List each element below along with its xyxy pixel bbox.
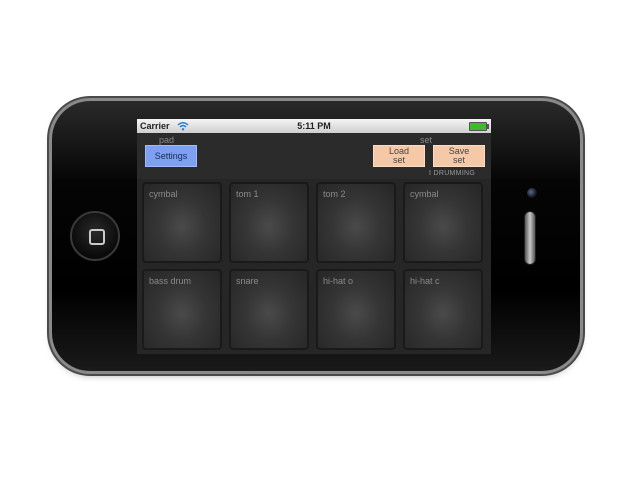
drum-pad[interactable]: hi-hat c: [403, 269, 483, 350]
home-button[interactable]: [70, 211, 120, 261]
status-time: 5:11 PM: [297, 121, 331, 131]
pad-grid: cymbal tom 1 tom 2 cymbal bass drum snar…: [142, 182, 486, 350]
set-caption: set: [420, 135, 433, 145]
pad-label: bass drum: [149, 276, 192, 286]
drum-pad[interactable]: tom 2: [316, 182, 396, 263]
drum-pad[interactable]: cymbal: [403, 182, 483, 263]
load-set-label: Load set: [388, 146, 410, 165]
drum-pad[interactable]: snare: [229, 269, 309, 350]
front-camera-icon: [527, 188, 537, 198]
battery-icon: [469, 122, 489, 131]
pad-label: hi-hat o: [323, 276, 354, 286]
current-set-name: I DRUMMING: [429, 170, 476, 177]
home-square-icon: [89, 229, 105, 245]
load-set-button[interactable]: Load set: [373, 145, 425, 167]
drum-pad[interactable]: tom 1: [229, 182, 309, 263]
pad-label: cymbal: [410, 189, 439, 199]
drum-pad[interactable]: hi-hat o: [316, 269, 396, 350]
settings-button[interactable]: Settings: [145, 145, 197, 167]
pad-label: cymbal: [149, 189, 178, 199]
pad-label: tom 1: [236, 189, 259, 199]
save-set-button[interactable]: Save set: [433, 145, 485, 167]
save-set-label: Save set: [448, 146, 470, 165]
app-screen: Carrier 5:11 PM pad set Settings Load se…: [137, 119, 491, 354]
pad-caption: pad: [159, 135, 175, 145]
toolbar: pad set Settings Load set Save set I DRU…: [137, 133, 491, 179]
status-bar: Carrier 5:11 PM: [137, 119, 491, 133]
pad-label: hi-hat c: [410, 276, 440, 286]
pad-label: tom 2: [323, 189, 346, 199]
pad-label: snare: [236, 276, 259, 286]
drum-pad[interactable]: cymbal: [142, 182, 222, 263]
earpiece-speaker: [524, 211, 536, 265]
drum-pad[interactable]: bass drum: [142, 269, 222, 350]
